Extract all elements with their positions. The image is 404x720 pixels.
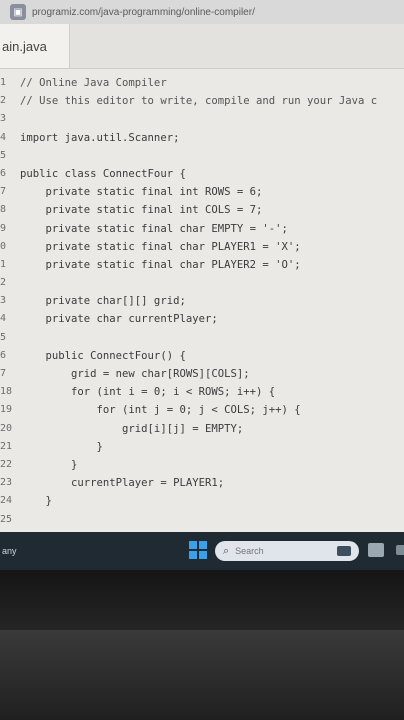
code-line[interactable]: 1 // Online Java Compiler: [0, 74, 404, 92]
code-line[interactable]: 18 for (int i = 0; i < ROWS; i++) {: [0, 383, 404, 401]
line-number: 19: [0, 404, 13, 416]
line-number: 6: [0, 349, 7, 361]
code-line[interactable]: 9 private static final char EMPTY = '-';: [0, 220, 404, 238]
line-number: 6: [0, 167, 7, 179]
editor-tab-bar: ain.java: [0, 24, 404, 69]
line-number: 2: [0, 95, 7, 107]
taskbar-search-input[interactable]: [233, 545, 328, 557]
code-line[interactable]: 0 private static final char PLAYER1 = 'X…: [0, 238, 404, 256]
monitor-bezel: [0, 570, 404, 630]
line-number: 3: [0, 113, 7, 125]
code-text[interactable]: }: [20, 492, 52, 510]
code-text[interactable]: private static final char EMPTY = '-';: [20, 220, 288, 238]
code-line[interactable]: 25: [0, 511, 404, 529]
line-number: 9: [0, 222, 7, 234]
line-number: 2: [0, 277, 7, 289]
code-line[interactable]: 8 private static final int COLS = 7;: [0, 201, 404, 219]
code-text[interactable]: public class ConnectFour {: [20, 165, 186, 183]
code-line[interactable]: 20 grid[i][j] = EMPTY;: [0, 420, 404, 438]
taskbar-app-icon[interactable]: [396, 545, 404, 555]
code-line[interactable]: 21 }: [0, 438, 404, 456]
line-number: 1: [0, 77, 7, 88]
code-line[interactable]: 6 public ConnectFour() {: [0, 347, 404, 365]
file-tab-label: ain.java: [2, 38, 47, 54]
code-text[interactable]: }: [20, 456, 77, 474]
code-line[interactable]: 19 for (int j = 0; j < COLS; j++) {: [0, 401, 404, 419]
code-line[interactable]: 7 private static final int ROWS = 6;: [0, 183, 404, 201]
code-line[interactable]: 3: [0, 110, 404, 128]
code-line[interactable]: 5: [0, 329, 404, 347]
code-line[interactable]: 4 private char currentPlayer;: [0, 310, 404, 328]
code-line[interactable]: 6 public class ConnectFour {: [0, 165, 404, 183]
taskbar-search-box[interactable]: ⌕: [215, 541, 359, 561]
code-line[interactable]: 22 }: [0, 456, 404, 474]
monitor-screen: ▣ programiz.com/java-programming/online-…: [0, 0, 404, 532]
code-line[interactable]: 23 currentPlayer = PLAYER1;: [0, 474, 404, 492]
windows-start-icon[interactable]: [189, 541, 207, 559]
code-text[interactable]: private static final char PLAYER2 = 'O';: [20, 256, 301, 274]
code-text[interactable]: currentPlayer = PLAYER1;: [20, 474, 224, 492]
code-text[interactable]: private char currentPlayer;: [20, 310, 218, 328]
code-line[interactable]: 24 }: [0, 492, 404, 510]
search-icon: ⌕: [223, 544, 230, 557]
line-number: 7: [0, 186, 7, 198]
line-number: 25: [0, 513, 13, 525]
code-text[interactable]: for (int j = 0; j < COLS; j++) {: [20, 401, 301, 419]
code-text[interactable]: private char[][] grid;: [20, 292, 186, 310]
code-line[interactable]: 2 // Use this editor to write, compile an…: [0, 92, 404, 110]
line-number: 20: [0, 422, 13, 434]
line-number: 24: [0, 495, 13, 507]
line-number: 18: [0, 386, 13, 398]
line-number: 22: [0, 458, 13, 470]
task-view-icon[interactable]: [368, 543, 384, 557]
line-number: 5: [0, 331, 7, 343]
url-text[interactable]: programiz.com/java-programming/online-co…: [32, 7, 255, 18]
code-line[interactable]: 2: [0, 274, 404, 292]
code-text[interactable]: import java.util.Scanner;: [20, 129, 179, 147]
file-tab-main-java[interactable]: ain.java: [0, 24, 70, 68]
code-line[interactable]: 4 import java.util.Scanner;: [0, 129, 404, 147]
code-text[interactable]: grid[i][j] = EMPTY;: [20, 420, 243, 438]
desk-surface: [0, 630, 404, 720]
code-text[interactable]: private static final char PLAYER1 = 'X';: [20, 238, 301, 256]
line-number: 7: [0, 368, 7, 379]
code-text[interactable]: for (int i = 0; i < ROWS; i++) {: [20, 383, 275, 401]
code-text[interactable]: private static final int COLS = 7;: [20, 201, 263, 219]
code-text[interactable]: // Use this editor to write, compile and…: [20, 92, 377, 110]
code-line[interactable]: 5: [0, 147, 404, 165]
code-editor[interactable]: 1 // Online Java Compiler 2 // Use this edi…: [0, 74, 404, 529]
code-text[interactable]: grid = new char[ROWS][COLS];: [20, 365, 250, 383]
line-number: 0: [0, 240, 7, 252]
line-number: 4: [0, 131, 7, 143]
line-number: 4: [0, 313, 7, 325]
code-text[interactable]: public ConnectFour() {: [20, 347, 186, 365]
line-number: 23: [0, 477, 13, 489]
code-text[interactable]: private static final int ROWS = 6;: [20, 183, 263, 201]
line-number: 8: [0, 204, 7, 216]
code-line[interactable]: 1 private static final char PLAYER2 = 'O…: [0, 256, 404, 274]
code-text[interactable]: // Online Java Compiler: [20, 74, 167, 92]
code-text[interactable]: }: [20, 438, 103, 456]
line-number: 3: [0, 295, 7, 307]
line-number: 5: [0, 149, 7, 161]
search-highlight-icon: [337, 546, 351, 556]
taskbar-weather-label[interactable]: any: [2, 546, 17, 556]
line-number: 21: [0, 440, 13, 452]
line-number: 1: [0, 258, 7, 270]
browser-address-bar[interactable]: ▣ programiz.com/java-programming/online-…: [0, 0, 404, 25]
site-favicon-icon: ▣: [10, 4, 26, 20]
code-line[interactable]: 7 grid = new char[ROWS][COLS];: [0, 365, 404, 383]
code-line[interactable]: 3 private char[][] grid;: [0, 292, 404, 310]
